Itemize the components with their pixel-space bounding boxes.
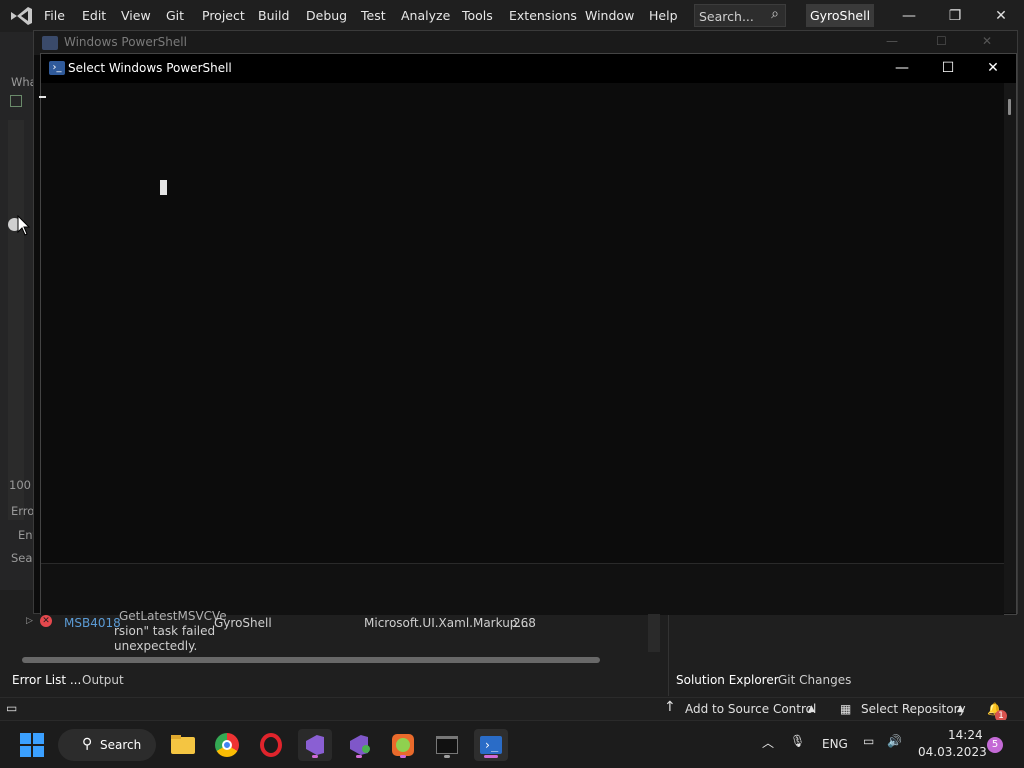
search-icon: ⌕ bbox=[771, 6, 779, 22]
visual-studio-icon[interactable] bbox=[298, 729, 332, 761]
language-indicator[interactable]: ENG bbox=[822, 737, 848, 751]
menu-view[interactable]: View bbox=[121, 8, 151, 23]
tab-error-list[interactable]: Error List ... bbox=[12, 673, 81, 687]
powershell-front-title-bar[interactable]: ›_ Select Windows PowerShell — ☐ ✕ bbox=[41, 54, 1016, 83]
vs-status-bar: ▭ ↑ Add to Source Control ▲ ▦ Select Rep… bbox=[0, 697, 1024, 722]
csharp-file-icon bbox=[10, 95, 22, 107]
microphone-icon[interactable]: 🎙 bbox=[790, 734, 805, 748]
powershell-console-area[interactable] bbox=[39, 83, 1004, 563]
chevron-up-icon[interactable]: ︿ bbox=[762, 734, 774, 751]
error-list-vscroll[interactable] bbox=[648, 614, 660, 652]
gyroshell-app-icon[interactable] bbox=[386, 729, 420, 761]
powershell-taskbar-icon[interactable]: ›_ bbox=[474, 729, 508, 761]
volume-icon[interactable]: 🔊 bbox=[887, 734, 902, 748]
menu-file[interactable]: File bbox=[44, 8, 65, 23]
menu-build[interactable]: Build bbox=[258, 8, 289, 23]
tab-output[interactable]: Output bbox=[82, 673, 124, 687]
vs-title-bar: File Edit View Git Project Build Debug T… bbox=[0, 0, 1024, 32]
menu-test[interactable]: Test bbox=[361, 8, 386, 23]
mouse-cursor-icon bbox=[17, 215, 31, 236]
select-repository[interactable]: Select Repository bbox=[861, 702, 966, 716]
chrome-icon[interactable] bbox=[210, 729, 244, 761]
menu-git[interactable]: Git bbox=[166, 8, 184, 23]
notification-center-badge[interactable]: 5 bbox=[987, 737, 1003, 753]
powershell-back-title-bar[interactable]: Windows PowerShell — ☐ ✕ bbox=[34, 31, 1017, 55]
caret-up-icon: ▲ bbox=[957, 704, 964, 714]
error-file: Microsoft.UI.Xaml.Markup... bbox=[364, 616, 529, 630]
vs-minimize-button[interactable]: — bbox=[886, 0, 932, 32]
menu-debug[interactable]: Debug bbox=[306, 8, 347, 23]
error-code-link[interactable]: MSB4018 bbox=[64, 616, 121, 630]
search-icon: ⚲ bbox=[82, 736, 93, 752]
visual-studio-logo-icon bbox=[11, 7, 32, 25]
text-cursor-block bbox=[160, 180, 167, 195]
powershell-icon bbox=[42, 36, 58, 50]
file-explorer-icon[interactable] bbox=[166, 729, 200, 761]
powershell-front-title: Select Windows PowerShell bbox=[68, 61, 232, 75]
menu-extensions[interactable]: Extensions bbox=[509, 8, 577, 23]
vs-close-button[interactable]: ✕ bbox=[978, 0, 1024, 32]
vs-search-box[interactable]: Search... ⌕ bbox=[694, 4, 786, 27]
back-maximize-button[interactable]: ☐ bbox=[936, 34, 947, 48]
add-to-source-control[interactable]: Add to Source Control bbox=[685, 702, 816, 716]
powershell-back-title: Windows PowerShell bbox=[64, 35, 187, 49]
windows-start-icon[interactable] bbox=[20, 733, 44, 757]
ps-minimize-button[interactable]: — bbox=[879, 54, 925, 83]
error-list-row[interactable]: ▷ ✕ MSB4018 GetLatestMSVCVe rsion" task … bbox=[26, 608, 656, 656]
back-close-button[interactable]: ✕ bbox=[982, 34, 992, 48]
repository-icon: ▦ bbox=[840, 702, 852, 716]
error-description-line-2: rsion" task failed bbox=[114, 624, 216, 638]
clock-time[interactable]: 14:24 bbox=[948, 728, 983, 742]
ps-close-button[interactable]: ✕ bbox=[970, 54, 1016, 83]
taskbar-search-button[interactable]: ⚲ Search bbox=[58, 729, 156, 761]
error-line: 268 bbox=[513, 616, 536, 630]
powershell-scrollbar[interactable] bbox=[1004, 83, 1016, 613]
vs-left-scrollbar[interactable] bbox=[8, 120, 24, 520]
vs-search-placeholder: Search... bbox=[699, 9, 754, 24]
error-icon: ✕ bbox=[40, 615, 52, 627]
powershell-scroll-thumb[interactable] bbox=[1008, 99, 1011, 115]
error-list-hscroll[interactable] bbox=[8, 654, 644, 666]
solution-name-badge[interactable]: GyroShell bbox=[806, 4, 874, 27]
taskbar-search-label: Search bbox=[100, 738, 142, 752]
ps-maximize-button[interactable]: ☐ bbox=[925, 54, 971, 83]
clock-date[interactable]: 04.03.2023 bbox=[918, 745, 987, 759]
error-project: GyroShell bbox=[214, 616, 272, 630]
tab-solution-explorer[interactable]: Solution Explorer bbox=[676, 673, 779, 687]
menu-tools[interactable]: Tools bbox=[462, 8, 493, 23]
output-status-icon[interactable]: ▭ bbox=[6, 701, 17, 715]
visual-studio-preview-icon[interactable] bbox=[342, 729, 376, 761]
menu-edit[interactable]: Edit bbox=[82, 8, 106, 23]
tab-git-changes[interactable]: Git Changes bbox=[778, 673, 851, 687]
error-description-line-1: GetLatestMSVCVe bbox=[119, 609, 227, 623]
arrow-up-icon: ↑ bbox=[664, 699, 676, 715]
console-caret bbox=[39, 96, 46, 98]
back-minimize-button[interactable]: — bbox=[886, 34, 898, 48]
powershell-window-front[interactable]: ›_ Select Windows PowerShell — ☐ ✕ bbox=[39, 53, 1017, 615]
menu-help[interactable]: Help bbox=[649, 8, 678, 23]
error-list-hscroll-thumb[interactable] bbox=[22, 657, 600, 663]
caret-up-icon: ▲ bbox=[808, 704, 815, 714]
powershell-icon: ›_ bbox=[49, 61, 65, 75]
expand-arrow-icon[interactable]: ▷ bbox=[26, 616, 33, 626]
menu-project[interactable]: Project bbox=[202, 8, 245, 23]
menu-window[interactable]: Window bbox=[585, 8, 634, 23]
menu-analyze[interactable]: Analyze bbox=[401, 8, 450, 23]
opera-icon[interactable] bbox=[254, 729, 288, 761]
network-icon[interactable]: ▭ bbox=[863, 734, 874, 748]
windows-taskbar: ⚲ Search ›_ ︿ 🎙 ENG ▭ 🔊 14:24 04.03.2023… bbox=[0, 720, 1024, 768]
terminal-icon[interactable] bbox=[430, 729, 464, 761]
error-description-line-3: unexpectedly. bbox=[114, 639, 198, 653]
vs-restore-button[interactable]: ❐ bbox=[932, 0, 978, 32]
